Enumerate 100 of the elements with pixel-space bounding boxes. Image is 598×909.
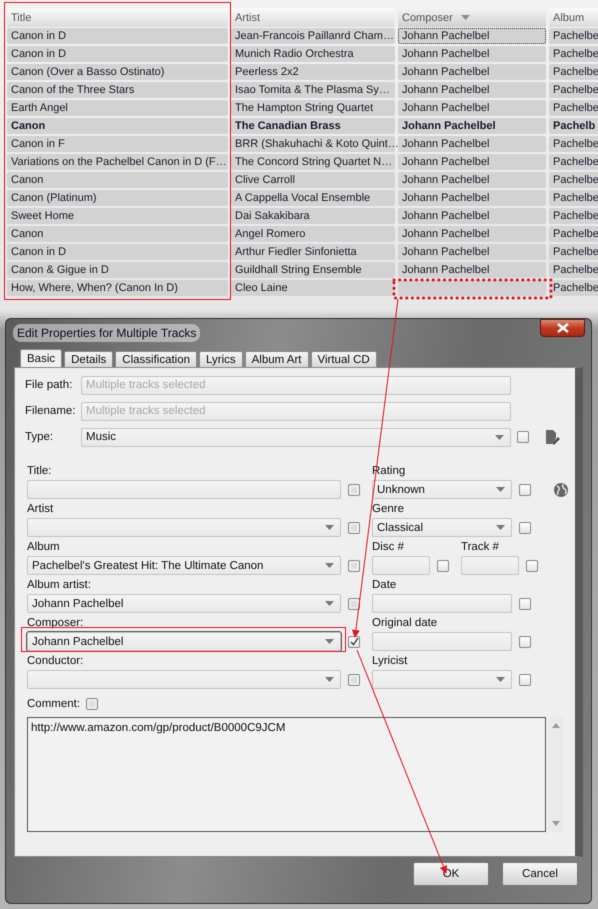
- input-field[interactable]: [461, 556, 519, 575]
- dropdown-arrow-icon: [496, 525, 505, 530]
- column-header[interactable]: Artist: [231, 8, 395, 27]
- checkbox[interactable]: [348, 636, 360, 648]
- table-cell: Johann Pachelbel: [398, 64, 546, 80]
- column-header[interactable]: Composer: [398, 8, 546, 27]
- scroll-down-icon[interactable]: [552, 821, 560, 826]
- field-label: File path:: [25, 379, 74, 391]
- table-cell: Johann Pachelbel: [398, 154, 546, 170]
- column-header[interactable]: Album: [549, 8, 598, 27]
- table-cell: Canon: [7, 118, 228, 134]
- tab[interactable]: Lyrics: [199, 351, 243, 367]
- input-field[interactable]: [372, 556, 430, 575]
- input-field[interactable]: [372, 632, 512, 651]
- field-label: Title:: [27, 464, 52, 478]
- dropdown-arrow-icon: [496, 677, 505, 682]
- checkbox[interactable]: [526, 560, 538, 572]
- table-cell: Sweet Home: [7, 208, 228, 224]
- tab[interactable]: Classification: [115, 351, 198, 367]
- checkbox[interactable]: [517, 431, 529, 443]
- field-label: Date: [372, 578, 398, 592]
- scrollbar[interactable]: [548, 717, 563, 832]
- table-cell: Canon of the Three Stars: [7, 82, 228, 98]
- field-label: Type:: [25, 431, 54, 443]
- dropdown-arrow-icon: [325, 601, 334, 606]
- table-cell: A Cappella Vocal Ensemble: [231, 190, 395, 206]
- field-label: Original date: [372, 616, 438, 630]
- field-label: Album artist:: [27, 578, 92, 592]
- field-label: Comment:: [27, 697, 80, 711]
- table-cell: Johann Pachelbel: [398, 118, 546, 134]
- table-cell: Cleo Laine: [231, 280, 395, 296]
- table-cell: Johann Pachelbel: [398, 262, 546, 278]
- input-field[interactable]: Multiple tracks selected: [81, 376, 511, 394]
- field-label: Filename:: [25, 405, 76, 417]
- table-cell: Canon in D: [7, 46, 228, 62]
- table-cell: Angel Romero: [231, 226, 395, 242]
- table-cell: Canon in F: [7, 136, 228, 152]
- table-cell: Johann Pachelbel: [398, 226, 546, 242]
- tab[interactable]: Album Art: [244, 351, 308, 367]
- dropdown-field[interactable]: [27, 518, 341, 537]
- table-cell: Canon & Gigue in D: [7, 262, 228, 278]
- tab[interactable]: Virtual CD: [310, 351, 377, 367]
- scroll-up-icon[interactable]: [552, 723, 560, 728]
- globe-icon[interactable]: [553, 482, 569, 498]
- input-field[interactable]: [27, 480, 341, 499]
- table-cell: Peerless 2x2: [231, 64, 395, 80]
- field-label: Album: [27, 540, 61, 554]
- checkbox[interactable]: [519, 484, 531, 496]
- dropdown-field[interactable]: Unknown: [372, 480, 512, 499]
- dropdown-field[interactable]: [372, 670, 512, 689]
- field-label: Lyricist: [372, 654, 408, 668]
- field-label: Track #: [461, 540, 500, 554]
- table-cell: Johann Pachelbel: [398, 208, 546, 224]
- tab[interactable]: Basic: [20, 349, 62, 367]
- input-field[interactable]: [372, 594, 512, 613]
- checkbox[interactable]: [519, 522, 531, 534]
- table-cell: Johann Pachelbel: [398, 28, 546, 44]
- table-cell: Canon (Platinum): [7, 190, 228, 206]
- dropdown-field[interactable]: Music: [81, 428, 511, 446]
- dropdown-arrow-icon: [496, 487, 505, 492]
- table-cell: Canon: [7, 172, 228, 188]
- dropdown-arrow-icon: [495, 434, 504, 440]
- table-cell: Canon: [7, 226, 228, 242]
- tag-edit-icon[interactable]: [544, 429, 560, 445]
- dropdown-field[interactable]: [27, 670, 341, 689]
- checkbox[interactable]: [437, 560, 449, 572]
- checkbox[interactable]: [519, 674, 531, 686]
- table-cell: The Hampton String Quartet: [231, 100, 395, 116]
- sort-arrow-icon: [460, 15, 470, 20]
- table-cell: How, Where, When? (Canon In D): [7, 280, 228, 296]
- table-cell: Canon (Over a Basso Ostinato): [7, 64, 228, 80]
- table-cell: Earth Angel: [7, 100, 228, 116]
- close-button[interactable]: [540, 319, 585, 337]
- dialog-button[interactable]: Cancel: [502, 862, 578, 886]
- table-cell: Dai Sakakibara: [231, 208, 395, 224]
- checkbox[interactable]: [519, 636, 531, 648]
- table-cell: Jean-Francois Paillanrd Cham…: [231, 28, 395, 44]
- table-cell: Variations on the Pachelbel Canon in D (F…: [7, 154, 228, 170]
- field-label: Genre: [372, 502, 405, 516]
- table-cell: Arthur Fiedler Sinfonietta: [231, 244, 395, 260]
- column-header[interactable]: Title: [7, 8, 228, 27]
- table-cell: The Concord String Quartet N…: [231, 154, 395, 170]
- input-field[interactable]: Multiple tracks selected: [81, 402, 511, 420]
- table-cell: Johann Pachelbel: [398, 82, 546, 98]
- dropdown-field[interactable]: Classical: [372, 518, 512, 537]
- field-label: Composer:: [27, 616, 84, 630]
- dropdown-arrow-icon: [325, 677, 334, 682]
- field-label: Disc #: [372, 540, 405, 554]
- table-cell: Pachelb: [549, 118, 598, 134]
- checkbox[interactable]: [519, 598, 531, 610]
- tab[interactable]: Details: [64, 351, 114, 367]
- table-cell: Johann Pachelbel: [398, 244, 546, 260]
- table-cell: Clive Carroll: [231, 172, 395, 188]
- table-cell: Canon in D: [7, 244, 228, 260]
- table-cell: Guildhall String Ensemble: [231, 262, 395, 278]
- table-cell: Isao Tomita & The Plasma Sy…: [231, 82, 395, 98]
- dropdown-field[interactable]: Johann Pachelbel: [27, 632, 341, 651]
- table-cell: Johann Pachelbel: [398, 172, 546, 188]
- table-cell: Johann Pachelbel: [398, 46, 546, 62]
- table-cell: The Canadian Brass: [231, 118, 395, 134]
